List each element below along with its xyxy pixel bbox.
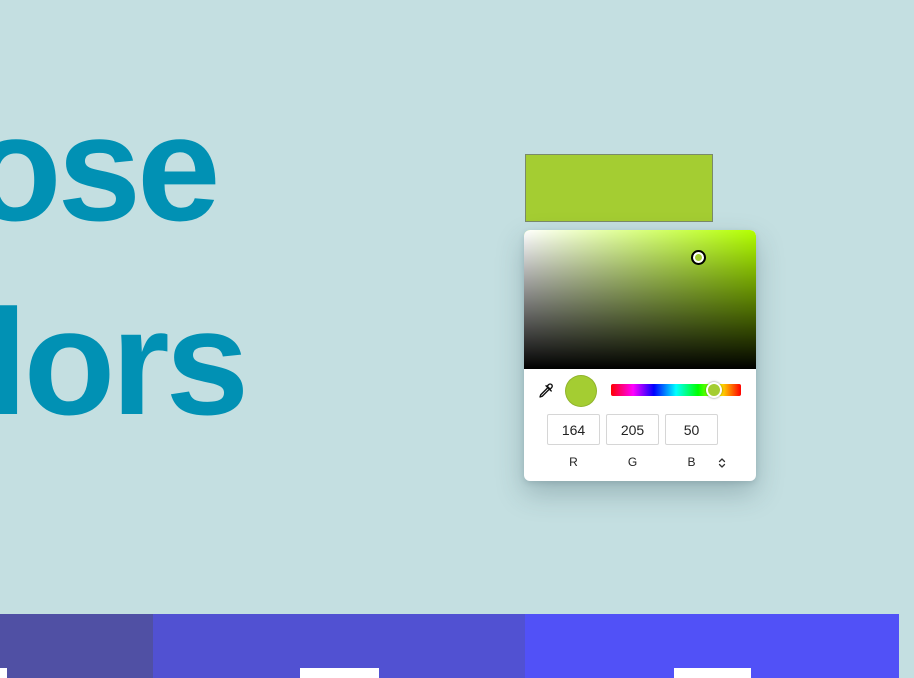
palette-swatch-tab xyxy=(300,668,379,678)
chevron-up-down-icon[interactable] xyxy=(716,456,728,468)
red-label: R xyxy=(569,455,578,469)
saturation-area[interactable] xyxy=(524,230,756,369)
palette-swatch[interactable] xyxy=(0,614,153,678)
red-value-input[interactable] xyxy=(547,414,600,445)
color-picker-popover: R G B xyxy=(524,230,756,481)
saturation-cursor[interactable] xyxy=(690,250,706,266)
blue-label: B xyxy=(687,455,696,469)
current-color-preview xyxy=(565,375,597,407)
palette-swatch[interactable] xyxy=(525,614,899,678)
palette-swatch-tab xyxy=(0,668,7,678)
headline-line-1: ose xyxy=(0,84,220,252)
eyedropper-icon[interactable] xyxy=(537,382,555,400)
palette-swatch-tab xyxy=(674,668,751,678)
green-value-input[interactable] xyxy=(606,414,659,445)
hue-slider[interactable] xyxy=(611,382,741,398)
palette-swatch[interactable] xyxy=(153,614,525,678)
hue-slider-thumb[interactable] xyxy=(705,382,722,398)
palette-strip xyxy=(0,614,899,678)
color-swatch-button[interactable] xyxy=(525,154,713,222)
blue-value-input[interactable] xyxy=(665,414,718,445)
headline-line-2: lors xyxy=(0,278,249,446)
green-label: G xyxy=(627,455,638,469)
saturation-black-gradient xyxy=(524,230,756,369)
